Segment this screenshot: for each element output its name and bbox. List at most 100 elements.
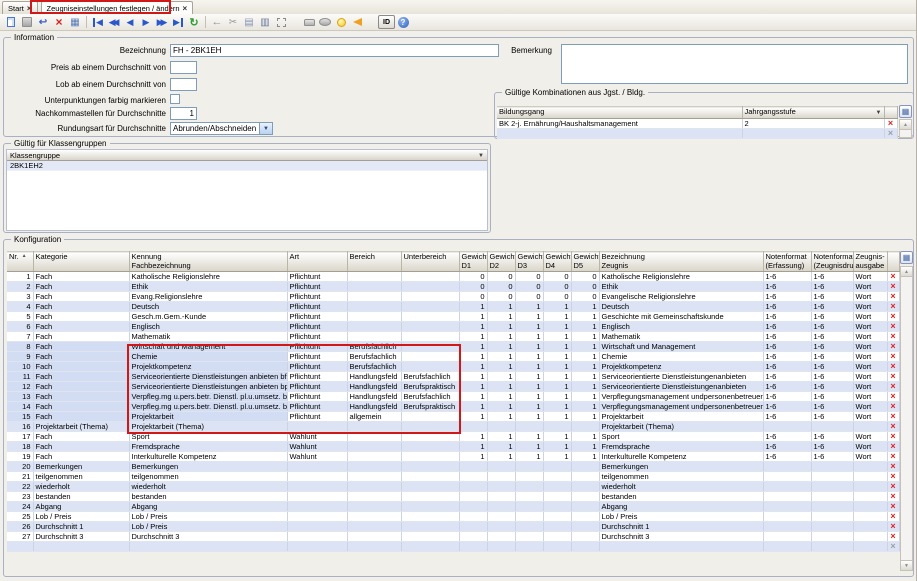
cell[interactable] [763,501,812,512]
cell[interactable]: 1 [571,381,600,392]
cell[interactable]: 1 [487,301,516,312]
cell[interactable] [401,361,460,372]
cell[interactable]: 1 [571,351,600,362]
cell[interactable]: Wort [853,401,888,412]
nav-next-icon[interactable]: ▶ [138,15,154,29]
cell[interactable]: Pflichtunt [287,331,348,342]
table-row[interactable]: 9 Fach Chemie Pflichtunt Berufsfachlich 1 1 1 1 1… [7,351,900,362]
cell[interactable] [401,471,460,482]
cell[interactable]: Lob / Preis [129,511,288,522]
cell[interactable] [347,451,402,462]
delete-row-icon[interactable]: × [887,311,900,322]
nav-first-icon[interactable]: ◀ [90,15,106,29]
table-row[interactable]: 25 Lob / Preis Lob / Preis Lob / Preis × [7,511,900,522]
cell[interactable]: 1-6 [811,271,854,282]
cell[interactable]: 1-6 [811,291,854,302]
cell[interactable] [515,521,544,532]
column-header-notenformat[interactable]: Notenformat(Zeugnisdruck) [811,251,854,272]
cell[interactable]: 1 [515,351,544,362]
cell[interactable] [811,501,854,512]
cell[interactable]: 8 [7,341,34,352]
cell[interactable]: 1 [543,341,572,352]
table-row[interactable]: 16 Projektarbeit (Thema) Projektarbeit (Th… [7,421,900,432]
table-row[interactable]: 4 Fach Deutsch Pflichtunt 1 1 1 1 1 Deutsch 1-6 1-6… [7,301,900,312]
cell[interactable]: Chemie [129,351,288,362]
delete-row-icon[interactable]: × [887,401,900,412]
preis-input[interactable] [170,61,197,74]
table-row[interactable]: 26 Durchschnitt 1 Lob / Preis Durchschnitt … [7,521,900,532]
cell[interactable]: 1 [571,401,600,412]
cell[interactable]: Wort [853,391,888,402]
close-icon[interactable]: × [183,4,188,13]
table-row[interactable]: 20 Bemerkungen Bemerkungen Bemerkungen × [7,461,900,472]
cell[interactable]: 27 [7,531,34,542]
cell[interactable]: 1 [515,391,544,402]
cell[interactable] [571,501,600,512]
cell[interactable] [347,271,402,282]
cell[interactable]: 1-6 [763,351,812,362]
cell[interactable]: 1-6 [811,351,854,362]
delete-row-icon[interactable]: × [887,391,900,402]
cell[interactable] [487,541,516,552]
cell[interactable]: Wort [853,291,888,302]
cell[interactable]: Pflichtunt [287,361,348,372]
table-row[interactable]: 24 Abgang Abgang Abgang × [7,501,900,512]
cell[interactable]: 1-6 [811,361,854,372]
cell[interactable]: 1 [515,431,544,442]
cell[interactable] [7,541,34,552]
cell[interactable]: 26 [7,521,34,532]
table-row[interactable]: 7 Fach Mathematik Pflichtunt 1 1 1 1 1 Mathematik… [7,331,900,342]
cell[interactable]: bestanden [129,491,288,502]
delete-row-icon[interactable]: × [887,531,900,542]
cell[interactable] [347,281,402,292]
cell[interactable] [401,431,460,442]
table-row[interactable]: 23 bestanden bestanden bestanden × [7,491,900,502]
cell[interactable]: 1 [487,441,516,452]
cell[interactable]: 24 [7,501,34,512]
column-header-notenformat[interactable]: Notenformat (Erfassung) [763,251,812,272]
cell[interactable] [487,511,516,522]
cell[interactable] [401,291,460,302]
cell[interactable] [763,471,812,482]
cell[interactable]: Deutsch [599,301,764,312]
cell[interactable]: 1 [459,371,488,382]
cell[interactable]: wiederholt [129,481,288,492]
bezeichnung-input[interactable] [170,44,499,57]
cell[interactable] [287,531,348,542]
cell[interactable]: 1-6 [763,281,812,292]
cell[interactable]: Pflichtunt [287,401,348,412]
cell[interactable]: 14 [7,401,34,412]
cell[interactable]: 1 [487,371,516,382]
cell[interactable] [129,541,288,552]
delete-row-icon[interactable]: × [887,321,900,332]
cell[interactable]: 1 [515,401,544,412]
cell[interactable]: Fach [33,371,130,382]
cell[interactable] [853,471,888,482]
cell[interactable] [287,501,348,512]
cell[interactable]: 1-6 [763,291,812,302]
delete-row-icon[interactable]: × [887,381,900,392]
cell[interactable]: BK 2-j. Ernährung/Haushaltsmanagement [497,118,743,129]
cell[interactable] [543,421,572,432]
cell[interactable] [459,481,488,492]
konfiguration-scrollbar[interactable]: ▲ ▼ [900,266,913,571]
cell[interactable]: Projektkompetenz [129,361,288,372]
cell[interactable] [571,471,600,482]
cell[interactable]: 1 [459,351,488,362]
announce-horn-icon[interactable] [349,15,365,29]
print-icon[interactable] [301,15,317,29]
cell[interactable]: 1 [543,351,572,362]
cell[interactable]: Durchschnitt 1 [33,521,130,532]
cell[interactable]: 0 [459,271,488,282]
cell[interactable] [401,491,460,502]
cell[interactable]: Bemerkungen [33,461,130,472]
cell[interactable]: 1 [487,451,516,462]
cell[interactable] [401,501,460,512]
cell[interactable] [401,411,460,422]
cell[interactable]: Lob / Preis [33,511,130,522]
table-row[interactable]: 19 Fach Interkulturelle Kompetenz Wahlunt 1 1… [7,451,900,462]
cell[interactable]: 1-6 [811,301,854,312]
cell[interactable]: Ethik [129,281,288,292]
cell[interactable]: Wirtschaft und Management [129,341,288,352]
cell[interactable]: 1 [543,441,572,452]
